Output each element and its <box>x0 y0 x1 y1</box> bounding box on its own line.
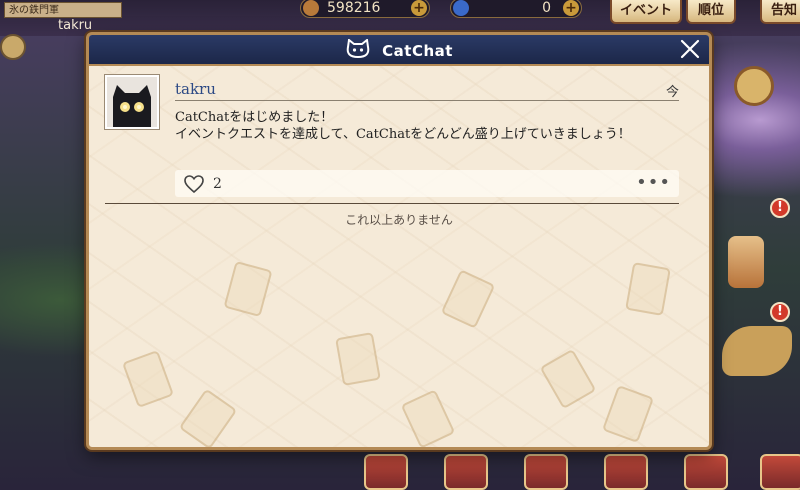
currency-counter-2: 0 + <box>450 0 582 18</box>
menu-emblem-icon[interactable] <box>0 34 26 60</box>
menu-icon-4[interactable] <box>604 454 648 490</box>
more-options-button[interactable]: ••• <box>636 172 671 193</box>
mahjong-tile-decoration <box>335 332 381 386</box>
event-button[interactable]: イベント <box>610 0 682 24</box>
close-icon <box>680 39 700 59</box>
rank-button[interactable]: 順位 <box>686 0 736 24</box>
koi-fish-icon[interactable] <box>722 326 792 376</box>
hud-user-name: takru <box>58 18 93 33</box>
menu-icon-3[interactable] <box>524 454 568 490</box>
cat-logo-icon <box>345 38 371 63</box>
post-body: CatChatをはじめました！ イベントクエストを達成して、CatChatをどん… <box>175 109 685 143</box>
menu-icon-5[interactable] <box>684 454 728 490</box>
shrine-menu-icon[interactable] <box>364 454 408 490</box>
post-divider <box>105 203 679 204</box>
add-currency-1-button[interactable]: + <box>411 0 427 16</box>
end-of-list-message: これ以上ありません <box>345 213 453 227</box>
post-body-line-2: イベントクエストを達成して、CatChatをどんどん盛り上げていきましょう！ <box>175 127 631 142</box>
coin-icon <box>303 0 319 16</box>
post-username[interactable]: takru <box>175 80 216 98</box>
like-count: 2 <box>213 176 222 192</box>
notice-button[interactable]: 告知 <box>760 0 800 24</box>
currency-2-value: 0 <box>542 0 551 16</box>
catchat-modal: CatChat takru 今 CatChatをはじめました！ イベントクエスト… <box>86 32 712 450</box>
modal-header: CatChat <box>89 35 709 66</box>
add-currency-2-button[interactable]: + <box>563 0 579 16</box>
post-action-bar: 2 ••• <box>175 170 679 197</box>
alert-badge-2: ! <box>770 302 790 322</box>
post-timestamp: 今 <box>665 85 679 100</box>
modal-title: CatChat <box>382 42 453 60</box>
bottom-menu-bar <box>350 450 800 490</box>
currency-1-value: 598216 <box>327 0 381 16</box>
gem-icon <box>453 0 469 16</box>
menu-icon-6[interactable] <box>760 454 800 490</box>
menu-icon-2[interactable] <box>444 454 488 490</box>
black-cat-avatar-icon <box>107 77 157 127</box>
heart-icon <box>184 175 204 194</box>
alert-badge-1: ! <box>770 198 790 218</box>
close-button[interactable] <box>679 38 701 60</box>
like-button[interactable]: 2 <box>183 173 222 195</box>
post-body-line-1: CatChatをはじめました！ <box>175 110 334 125</box>
top-left-label: 氷の鉄門軍 <box>4 2 122 18</box>
username-underline <box>175 100 679 101</box>
avatar[interactable] <box>105 75 159 129</box>
header-title-wrap: CatChat <box>89 38 709 63</box>
lantern-icon[interactable] <box>728 236 764 288</box>
top-hud-bar: 氷の鉄門軍 takru 598216 + 0 + イベント 順位 告知 <box>0 0 800 36</box>
coin-bonus-icon[interactable] <box>734 66 774 106</box>
currency-counter-1: 598216 + <box>300 0 430 18</box>
